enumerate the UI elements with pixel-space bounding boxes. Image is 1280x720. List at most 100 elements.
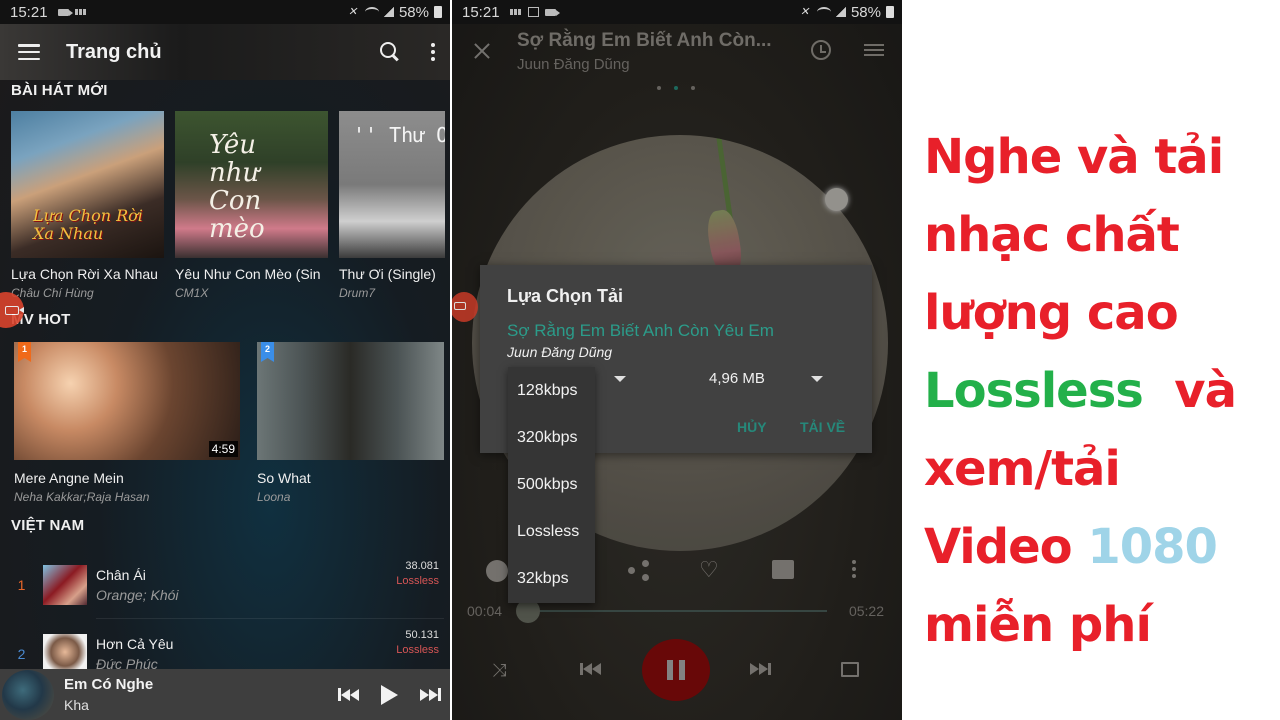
promo-line: xem/tải — [924, 441, 1121, 497]
mv-duration: 4:59 — [208, 441, 238, 457]
mute-icon: ✕ — [347, 5, 358, 18]
album-artist: CM1X — [175, 286, 209, 300]
quality-option[interactable]: 32kbps — [508, 556, 595, 603]
quality-option[interactable]: 128kbps — [508, 367, 595, 414]
vietnam-chart-list: 1 Chân Ái Orange; Khói 38.081 Lossless 2… — [0, 550, 450, 688]
play-icon[interactable] — [381, 684, 398, 705]
song-artist: Orange; Khói — [96, 586, 179, 603]
song-cover — [43, 633, 87, 674]
battery-percent: 58% — [850, 3, 881, 21]
more-options-icon[interactable] — [430, 43, 436, 61]
new-songs-carousel: Lựa Chọn Rời Xa Nhau Lựa Chọn Rời Xa Nha… — [11, 111, 445, 300]
wifi-icon — [364, 7, 379, 17]
now-playing-title: Em Có Nghe — [64, 676, 154, 693]
dialog-artist: Juun Đăng Dũng — [507, 344, 613, 360]
app-bar: Trang chủ — [0, 24, 450, 80]
rank-badge: 1 — [18, 342, 31, 362]
album-art: Yêu như Con mèo — [175, 111, 328, 258]
battery-icon — [434, 6, 442, 18]
image-notification-icon — [527, 7, 539, 17]
quality-badge: Lossless — [396, 575, 439, 587]
chart-row[interactable]: 1 Chân Ái Orange; Khói 38.081 Lossless — [0, 550, 450, 619]
quality-dropdown-caret[interactable] — [614, 376, 626, 382]
signal-icon — [835, 7, 846, 17]
video-notification-icon — [57, 8, 73, 16]
promo-text-fragment: Video — [924, 519, 1088, 575]
rank-badge: 2 — [261, 342, 274, 362]
previous-icon[interactable] — [338, 688, 359, 701]
dialog-title: Lựa Chọn Tải — [507, 286, 624, 306]
status-bar: 15:21 ✕ 58% — [0, 0, 450, 24]
quality-badge: Lossless — [396, 644, 439, 656]
album-art-text: Lựa Chọn Rời Xa Nhau — [33, 206, 143, 243]
download-button[interactable]: TẢI VỀ — [800, 419, 845, 435]
album-artist: Châu Chí Hùng — [11, 286, 94, 300]
page-title: Trang chủ — [66, 40, 162, 63]
album-art: Lựa Chọn Rời Xa Nhau — [11, 111, 164, 258]
cancel-button[interactable]: HỦY — [737, 419, 767, 435]
promo-highlight-1080: 1080 — [1087, 519, 1218, 575]
chart-rank: 2 — [17, 645, 26, 662]
now-playing-disc — [2, 669, 54, 720]
player-screen: 15:21 ✕ 58% Sợ Rằng Em Biết Anh Còn... J… — [452, 0, 902, 720]
screenshot-frame: 15:21 ✕ 58% Trang chủ BÀI HÁT MỚI Lựa Ch… — [0, 0, 1280, 720]
size-dropdown-caret[interactable] — [811, 376, 823, 382]
quality-option[interactable]: 500kbps — [508, 461, 595, 508]
video-camera-icon — [454, 302, 466, 310]
quality-dropdown-menu: 128kbps 320kbps 500kbps Lossless 32kbps — [508, 367, 595, 603]
song-cover — [43, 564, 87, 605]
home-screen: 15:21 ✕ 58% Trang chủ BÀI HÁT MỚI Lựa Ch… — [0, 0, 450, 720]
album-artist: Drum7 — [339, 286, 376, 300]
app-notification-icon — [509, 9, 522, 15]
status-time: 15:21 — [462, 3, 500, 21]
mv-title: So What — [257, 470, 311, 486]
next-icon[interactable] — [420, 688, 441, 701]
album-title: Yêu Như Con Mèo (Sin — [175, 266, 321, 282]
quality-option[interactable]: 320kbps — [508, 414, 595, 461]
video-notification-icon — [544, 8, 560, 16]
play-count: 50.131 — [405, 629, 439, 641]
album-title: Lựa Chọn Rời Xa Nhau — [11, 266, 158, 282]
promo-text: Nghe và tải nhạc chất lượng cao Lossless… — [924, 118, 1274, 664]
promo-line: Lossless và — [924, 352, 1274, 430]
signal-icon — [383, 7, 394, 17]
album-card[interactable]: Lựa Chọn Rời Xa Nhau Lựa Chọn Rời Xa Nha… — [11, 111, 164, 300]
search-icon[interactable] — [380, 42, 400, 62]
mv-artist: Loona — [257, 490, 291, 504]
chart-rank: 1 — [17, 576, 26, 593]
status-bar: 15:21 ✕ 58% — [452, 0, 902, 24]
promo-line: Nghe và tải — [924, 129, 1224, 185]
mv-thumbnail: 1 4:59 — [14, 342, 240, 460]
section-title-vietnam: VIỆT NAM — [11, 517, 85, 534]
song-title: Hơn Cả Yêu — [96, 635, 174, 652]
now-playing-artist: Kha — [64, 697, 89, 713]
quality-option[interactable]: Lossless — [508, 509, 595, 556]
mv-artist: Neha Kakkar;Raja Hasan — [14, 490, 150, 504]
promo-text-fragment: và — [1142, 363, 1237, 419]
album-title: Thư Ơi (Single) — [339, 266, 436, 282]
album-art-text: Yêu như Con mèo — [209, 130, 265, 244]
play-count: 38.081 — [405, 560, 439, 572]
promo-line: Video 1080 — [924, 508, 1274, 586]
mv-card[interactable]: 1 4:59 Mere Angne Mein Neha Kakkar;Raja … — [14, 342, 240, 504]
album-art: '' Thư Ơ — [339, 111, 445, 258]
status-time: 15:21 — [10, 3, 48, 21]
album-card[interactable]: '' Thư Ơ Thư Ơi (Single) Drum7 — [339, 111, 445, 300]
promo-highlight-lossless: Lossless — [924, 363, 1144, 419]
mv-card[interactable]: 2 So What Loona — [257, 342, 444, 504]
mute-icon: ✕ — [799, 5, 810, 18]
battery-percent: 58% — [398, 3, 429, 21]
album-art-text: '' Thư Ơ — [353, 123, 445, 147]
mv-thumbnail: 2 — [257, 342, 444, 460]
wifi-icon — [816, 7, 831, 17]
file-size-select[interactable]: 4,96 MB — [709, 370, 765, 387]
mini-player[interactable]: Em Có Nghe Kha — [0, 669, 450, 720]
menu-icon[interactable] — [18, 44, 40, 60]
album-card[interactable]: Yêu như Con mèo Yêu Như Con Mèo (Sin CM1… — [175, 111, 328, 300]
promo-line: miễn phí — [924, 597, 1152, 653]
app-notification-icon — [74, 9, 87, 15]
section-title-new-songs: BÀI HÁT MỚI — [11, 82, 108, 99]
song-title: Chân Ái — [96, 566, 146, 583]
promo-line: lượng cao — [924, 285, 1179, 341]
dialog-song-title: Sợ Rằng Em Biết Anh Còn Yêu Em — [507, 321, 774, 340]
